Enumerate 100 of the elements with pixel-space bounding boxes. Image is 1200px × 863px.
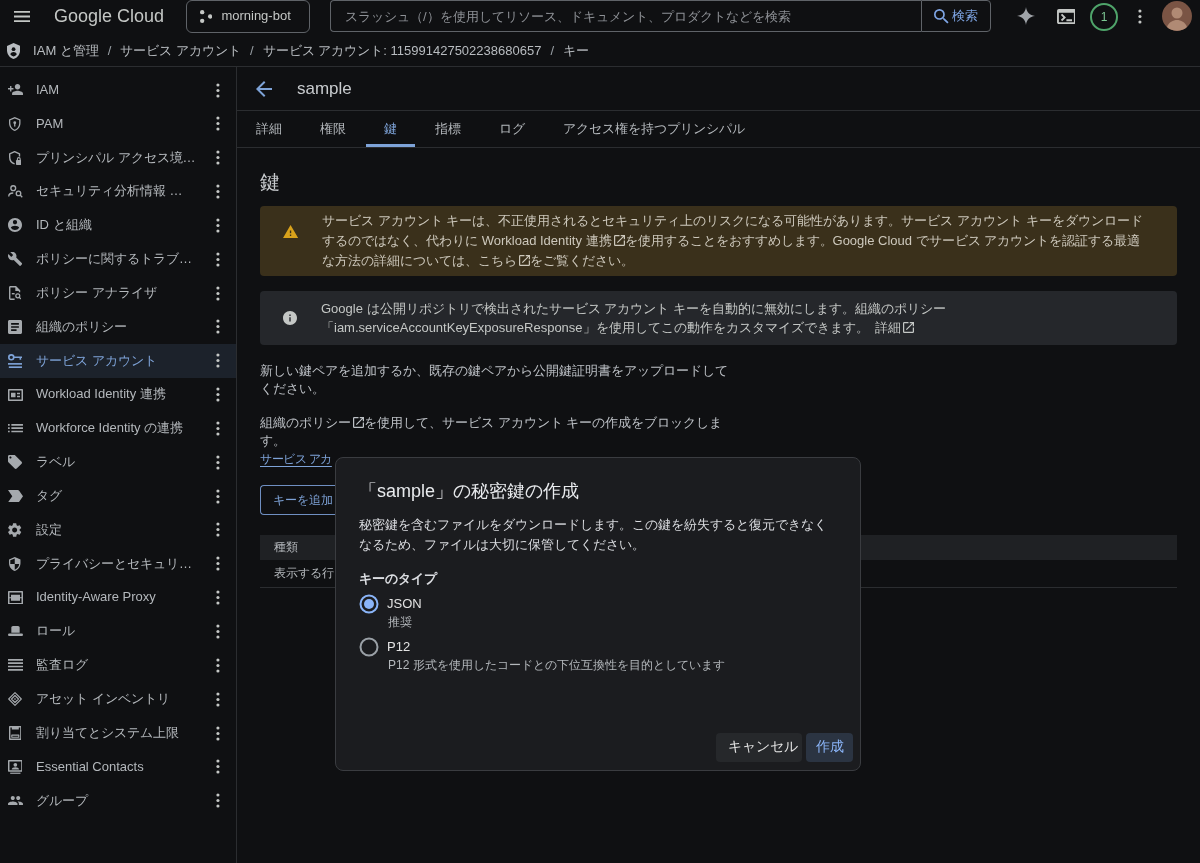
box-icon bbox=[8, 725, 22, 740]
sidebar-item[interactable]: ポリシーに関するトラブ… bbox=[0, 242, 236, 277]
logo-text[interactable]: Google Cloud bbox=[54, 0, 165, 32]
terminal-icon bbox=[1056, 8, 1076, 24]
more-vert-icon bbox=[216, 387, 220, 403]
more-vert-icon bbox=[216, 657, 220, 673]
more-vert-icon bbox=[216, 522, 220, 538]
sidebar-item[interactable]: セキュリティ分析情報 … bbox=[0, 174, 236, 209]
breadcrumb-separator: / bbox=[550, 41, 555, 60]
docs-link[interactable]: サービス アカ bbox=[260, 450, 332, 468]
external-link-icon bbox=[519, 255, 531, 266]
field-label: キーのタイプ bbox=[359, 570, 439, 588]
breadcrumb-link[interactable]: キー bbox=[563, 41, 590, 61]
tab[interactable]: 指標 bbox=[417, 111, 479, 147]
search-field[interactable]: スラッシュ（/）を使用してリソース、ドキュメント、プロダクトなどを検索 bbox=[330, 0, 922, 32]
option-hint: 推奨 bbox=[388, 614, 413, 631]
more-vert-icon bbox=[216, 590, 220, 606]
article-icon bbox=[8, 319, 22, 334]
sidebar-item[interactable]: 設定 bbox=[0, 512, 236, 547]
external-link-icon bbox=[353, 417, 364, 428]
back-button[interactable] bbox=[256, 80, 272, 97]
breadcrumb-link[interactable]: サービス アカウント: 115991427502238680657 bbox=[262, 41, 542, 61]
column-header: 種類 bbox=[273, 539, 298, 557]
page-title: sample bbox=[297, 77, 352, 100]
radio-label[interactable]: JSON bbox=[387, 594, 422, 614]
tab[interactable]: 詳細 bbox=[238, 111, 300, 147]
tab[interactable]: 鍵 bbox=[366, 111, 415, 147]
sidebar-item[interactable]: プライバシーとセキュリ… bbox=[0, 546, 236, 581]
count-badge[interactable]: 1 bbox=[1090, 3, 1119, 31]
more-vert-icon bbox=[216, 759, 220, 775]
breadcrumb-link[interactable]: IAM と管理 bbox=[33, 41, 99, 61]
more-vert-icon bbox=[216, 725, 220, 741]
key-card-icon bbox=[7, 353, 23, 368]
section-heading: 鍵 bbox=[260, 172, 281, 192]
diamond-layers-icon bbox=[8, 692, 22, 707]
more-vert-icon bbox=[216, 82, 220, 98]
grid-box-icon bbox=[7, 590, 23, 605]
avatar-icon[interactable] bbox=[1162, 1, 1193, 31]
shield-person-icon bbox=[7, 43, 21, 59]
breadcrumb-link[interactable]: サービス アカウント bbox=[120, 41, 242, 61]
sidebar-item[interactable]: Identity-Aware Proxy bbox=[0, 580, 236, 615]
sidebar-item[interactable]: ロール bbox=[0, 614, 236, 649]
sidebar-item[interactable]: 割り当てとシステム上限 bbox=[0, 716, 236, 750]
dialog-description: 秘密鍵を含むファイルをダウンロードします。この鍵を紛失すると復元できなくなるため、ファイルは大切に保管してください。 bbox=[359, 516, 828, 554]
person-search-icon bbox=[7, 185, 23, 198]
sidebar-item[interactable]: ポリシー アナライザ bbox=[0, 276, 236, 310]
more-vert-icon bbox=[216, 556, 220, 572]
external-link-icon bbox=[613, 235, 625, 246]
sidebar-item[interactable]: タグ bbox=[0, 479, 236, 513]
radio-label[interactable]: P12 bbox=[387, 637, 411, 657]
radio-button[interactable] bbox=[359, 594, 379, 614]
inline-link[interactable]: Workload Identity 連携 bbox=[481, 233, 625, 248]
sidebar-item[interactable]: PAM bbox=[0, 106, 236, 141]
sidebar-item[interactable]: Essential Contacts bbox=[0, 749, 236, 784]
lines-icon bbox=[7, 659, 23, 672]
more-vert-icon bbox=[216, 488, 220, 504]
more-vert-icon bbox=[216, 116, 220, 132]
project-picker[interactable]: morning-bot bbox=[186, 0, 311, 33]
more-vert-icon bbox=[216, 150, 220, 166]
more-vert-icon bbox=[216, 184, 220, 200]
learn-more-link[interactable]: 詳細 bbox=[874, 320, 914, 335]
sidebar-item[interactable]: Workload Identity 連携 bbox=[0, 377, 236, 412]
breadcrumb-separator: / bbox=[107, 41, 112, 60]
sidebar-item[interactable]: ラベル bbox=[0, 445, 236, 480]
inline-link[interactable]: こちら bbox=[478, 253, 531, 268]
sidebar-item[interactable]: Workforce Identity の連携 bbox=[0, 411, 236, 446]
sidebar-item[interactable]: プリンシパル アクセス境… bbox=[0, 140, 236, 175]
more-vert-icon bbox=[216, 420, 220, 436]
contact-card-icon bbox=[7, 759, 23, 774]
sidebar-item[interactable]: グループ bbox=[0, 783, 236, 818]
dialog-title: 「sample」の秘密鍵の作成 bbox=[359, 480, 581, 503]
sidebar-item[interactable]: IAM bbox=[0, 73, 236, 107]
chevron-tag-icon bbox=[7, 489, 23, 503]
tab[interactable]: ログ bbox=[481, 111, 543, 147]
sidebar-item[interactable]: アセット インベントリ bbox=[0, 682, 236, 717]
warning-icon bbox=[283, 225, 299, 238]
id-card-icon bbox=[7, 388, 23, 401]
more-vert-icon bbox=[216, 691, 220, 707]
sidebar-item[interactable]: ID と組織 bbox=[0, 208, 236, 243]
wrench-icon bbox=[7, 252, 23, 267]
cancel-button[interactable]: キャンセル bbox=[716, 733, 802, 762]
sparkle-icon bbox=[1017, 7, 1036, 25]
tab[interactable]: アクセス権を持つプリンシパル bbox=[545, 111, 763, 147]
policy-link[interactable]: 組織のポリシー bbox=[260, 415, 364, 430]
more-vert-icon bbox=[216, 319, 220, 335]
radio-button[interactable] bbox=[359, 637, 379, 657]
create-button[interactable]: 作成 bbox=[806, 733, 853, 762]
more-vert-icon bbox=[216, 217, 220, 233]
policy-note: 組織のポリシー を使用して、サービス アカウント キーの作成をブロックします。 bbox=[260, 414, 724, 450]
search-button[interactable]: 検索 bbox=[921, 0, 992, 32]
menu-icon bbox=[13, 10, 31, 22]
shield-lock-icon bbox=[8, 150, 22, 165]
hat-icon bbox=[7, 626, 23, 637]
gear-icon bbox=[8, 522, 22, 537]
sidebar-item[interactable]: 監査ログ bbox=[0, 648, 236, 683]
sidebar-item[interactable]: 組織のポリシー bbox=[0, 309, 236, 344]
option-hint: P12 形式を使用したコードとの下位互換性を目的としています bbox=[388, 657, 726, 674]
group-icon bbox=[7, 795, 23, 806]
sidebar-item[interactable]: サービス アカウント bbox=[0, 343, 236, 378]
tab[interactable]: 権限 bbox=[302, 111, 364, 147]
